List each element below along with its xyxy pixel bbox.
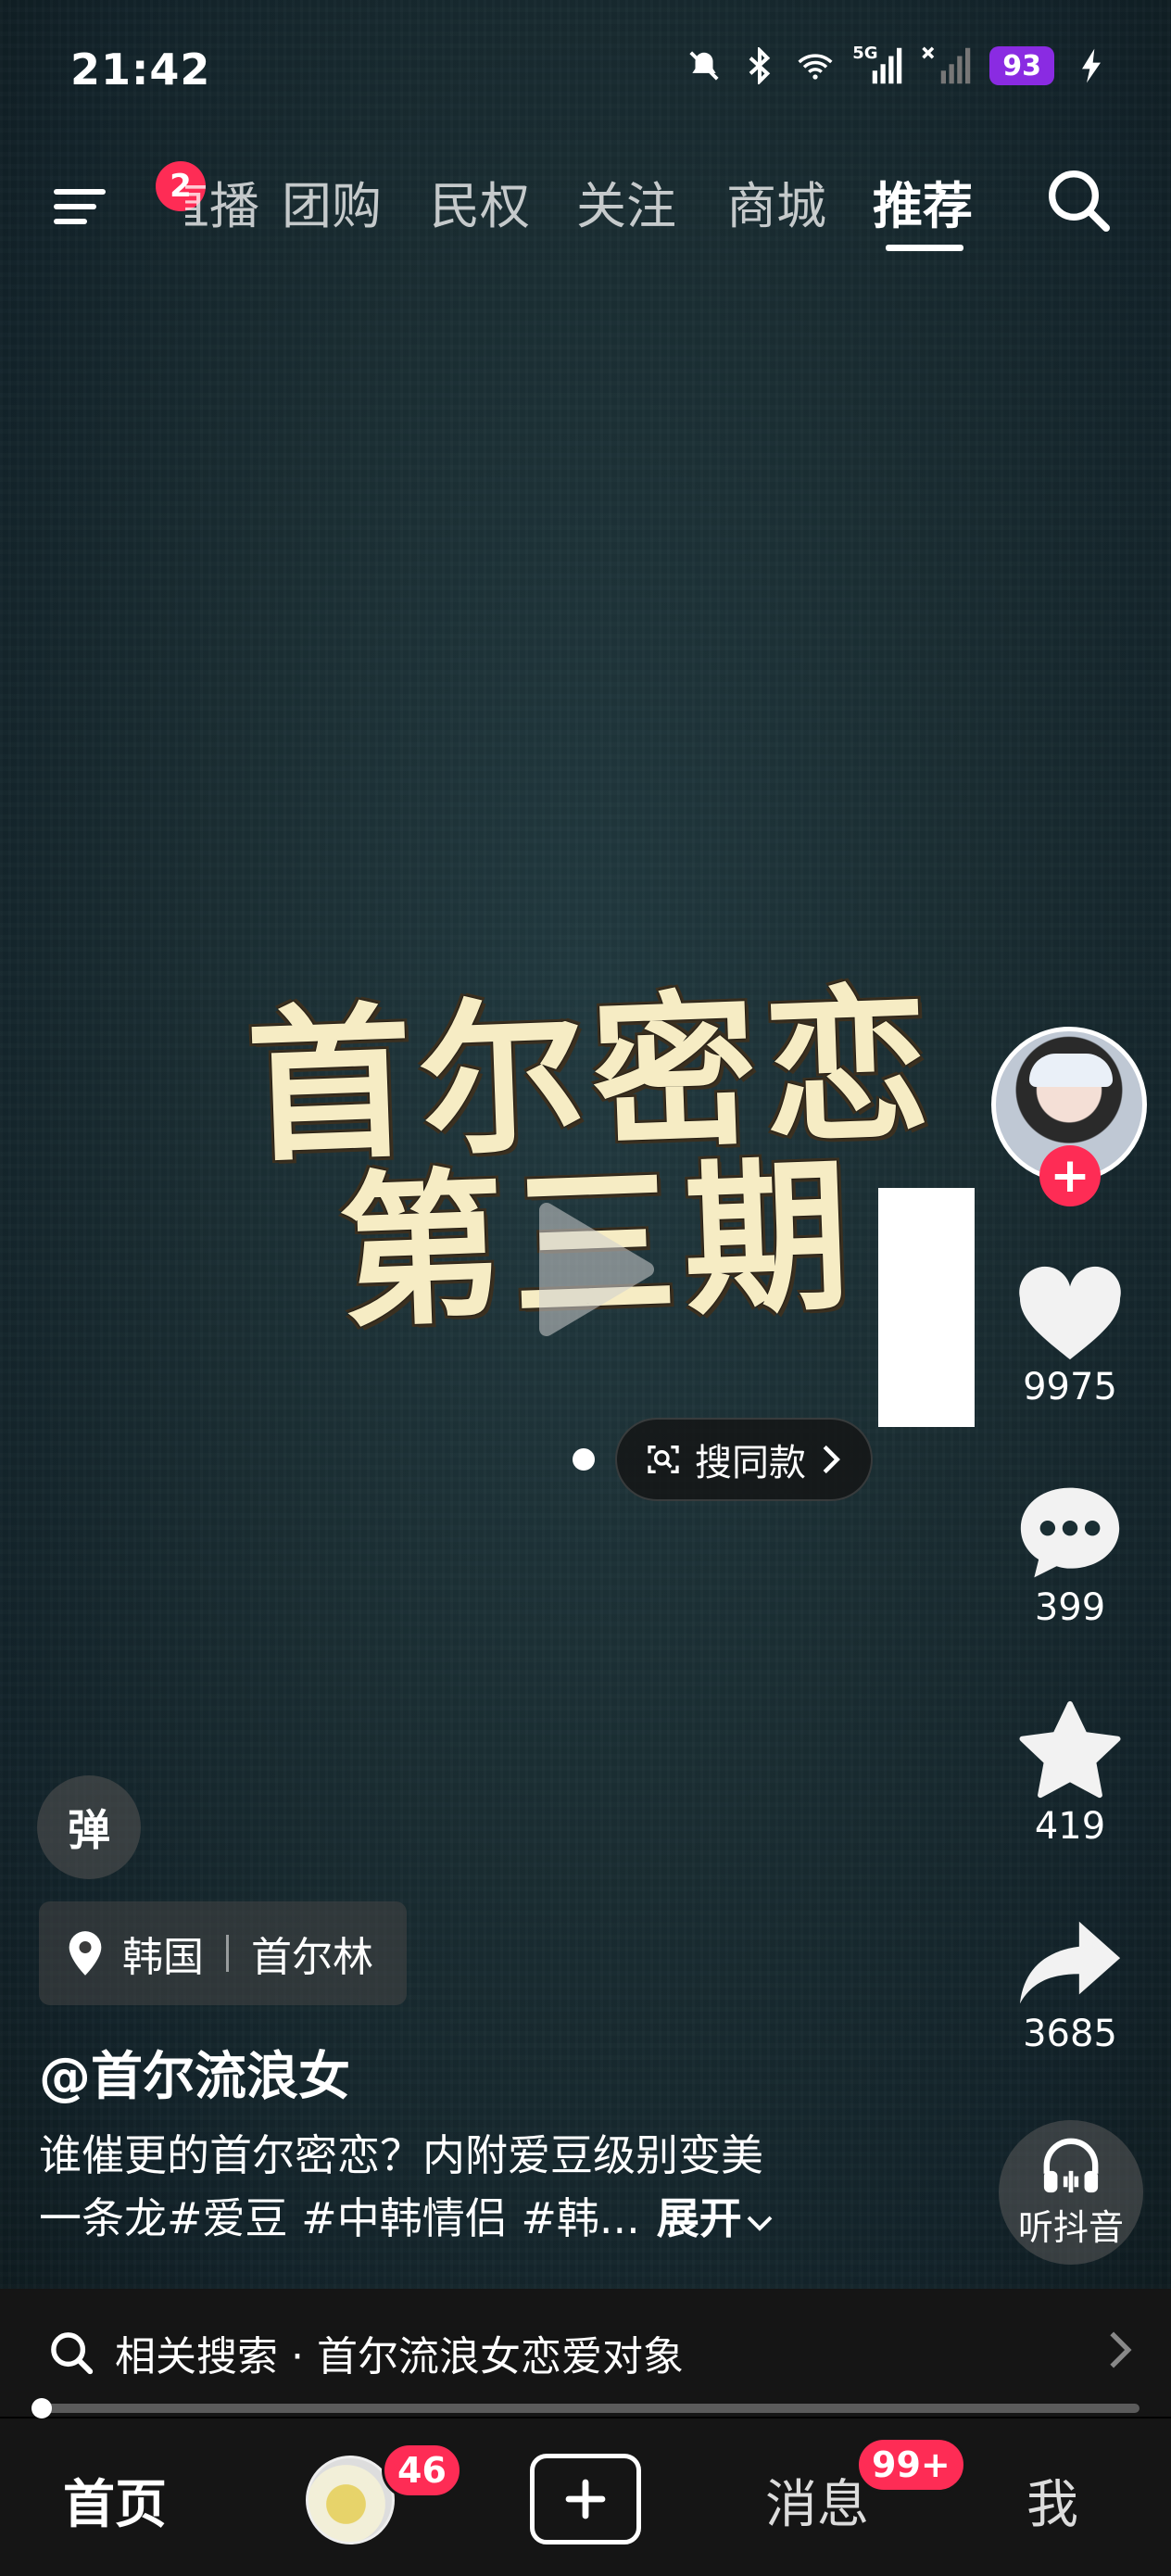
share-icon — [1019, 1921, 1121, 2004]
pause-dot — [573, 1448, 595, 1471]
progress-knob[interactable] — [31, 2398, 52, 2418]
bottom-tab-bar: 首页 46 消息 99+ 我 — [0, 2418, 1171, 2576]
description-line2-text: 一条龙#爱豆 #中韩情侣 #韩... — [39, 2193, 640, 2243]
expand-button[interactable]: 展开 — [657, 2193, 774, 2243]
location-place: 首尔林 — [251, 1934, 373, 1981]
tab-home[interactable]: 首页 — [63, 2463, 167, 2538]
menu-icon-bar — [54, 219, 87, 224]
listen-douyin-label: 听抖音 — [1017, 2206, 1124, 2248]
video-description[interactable]: 谁催更的首尔密恋？内附爱豆级别变美 一条龙#爱豆 #中韩情侣 #韩... 展开 — [39, 2124, 873, 2250]
create-button[interactable] — [530, 2454, 641, 2544]
like-button[interactable]: 9975 — [1010, 1266, 1130, 1408]
menu-icon — [54, 189, 106, 195]
search-button[interactable] — [1041, 163, 1115, 237]
active-tab-indicator — [886, 245, 963, 251]
menu-button[interactable]: 2 — [50, 161, 206, 234]
tab-me[interactable]: 我 — [1026, 2463, 1078, 2538]
share-button[interactable]: 3685 — [1010, 1916, 1130, 2055]
search-same-button[interactable]: 搜同款 — [615, 1418, 873, 1501]
status-bar: 21:42 5G 93 — [0, 0, 1171, 139]
share-count: 3685 — [1023, 2013, 1117, 2055]
tab-group-buy[interactable]: 团购 — [282, 165, 382, 238]
related-search-bar[interactable]: 相关搜索 · 首尔流浪女恋爱对象 — [0, 2289, 1171, 2417]
comment-button[interactable]: 399 — [1010, 1483, 1130, 1629]
chevron-right-icon — [1110, 2331, 1132, 2368]
menu-icon-bar — [54, 204, 96, 209]
tab-recommend[interactable]: 推荐 — [873, 165, 973, 238]
favorite-button[interactable]: 419 — [1010, 1699, 1130, 1848]
bluetooth-icon — [741, 47, 778, 84]
status-icons: 5G 93 — [686, 44, 1110, 85]
author-name[interactable]: @首尔流浪女 — [39, 2035, 350, 2110]
video-overlay-block — [878, 1188, 975, 1427]
battery-icon: 93 — [989, 46, 1054, 85]
related-search-text: 相关搜索 · 首尔流浪女恋爱对象 — [115, 2333, 684, 2380]
charging-icon — [1073, 47, 1110, 84]
follow-button[interactable]: + — [1039, 1145, 1101, 1206]
status-time: 21:42 — [70, 44, 211, 95]
headphones-icon — [1043, 2138, 1099, 2192]
signal-nosim-icon — [921, 46, 971, 84]
scan-search-icon — [648, 1446, 679, 1473]
location-divider — [226, 1935, 229, 1972]
tab-minquan[interactable]: 民权 — [430, 165, 530, 238]
comment-count: 399 — [1034, 1586, 1106, 1629]
signal-5g-icon: 5G — [852, 44, 902, 84]
top-nav: 2 直播 团购 民权 关注 商城 推荐 — [0, 158, 1171, 259]
tab-following[interactable]: 关注 — [576, 165, 676, 238]
play-icon[interactable] — [495, 1177, 680, 1362]
mute-bell-icon — [686, 47, 723, 84]
network-label: 5G — [852, 44, 878, 63]
tab-messages[interactable]: 消息 — [765, 2463, 869, 2538]
star-icon — [1019, 1700, 1121, 1799]
plus-icon — [565, 2479, 606, 2519]
location-country: 韩国 — [122, 1934, 204, 1981]
video-title-line1: 首尔密恋 — [244, 966, 940, 1184]
search-same-label: 搜同款 — [695, 1442, 806, 1484]
heart-icon — [1019, 1266, 1121, 1360]
avatar-cap — [1029, 1054, 1113, 1087]
listen-douyin-button[interactable]: 听抖音 — [999, 2120, 1143, 2265]
danmu-toggle-button[interactable]: 弹 — [37, 1775, 141, 1879]
location-pin-icon — [69, 1931, 102, 1976]
chevron-right-icon — [823, 1445, 840, 1474]
location-tag[interactable]: 韩国 首尔林 — [39, 1901, 407, 2005]
search-icon — [51, 2332, 94, 2375]
description-line2: 一条龙#爱豆 #中韩情侣 #韩... 展开 — [39, 2187, 873, 2250]
wifi-icon — [797, 47, 834, 84]
video-progress-bar[interactable] — [31, 2398, 1140, 2418]
messages-badge: 99+ — [856, 2437, 966, 2493]
like-count: 9975 — [1023, 1366, 1117, 1408]
chevron-down-icon — [747, 2216, 773, 2231]
tab-mall[interactable]: 商城 — [726, 165, 826, 238]
favorite-count: 419 — [1034, 1805, 1106, 1848]
search-icon — [1049, 170, 1110, 232]
comment-icon — [1020, 1487, 1120, 1578]
description-line1: 谁催更的首尔密恋？内附爱豆级别变美 — [39, 2130, 763, 2180]
expand-label: 展开 — [656, 2193, 742, 2243]
friends-badge: 46 — [382, 2443, 462, 2498]
